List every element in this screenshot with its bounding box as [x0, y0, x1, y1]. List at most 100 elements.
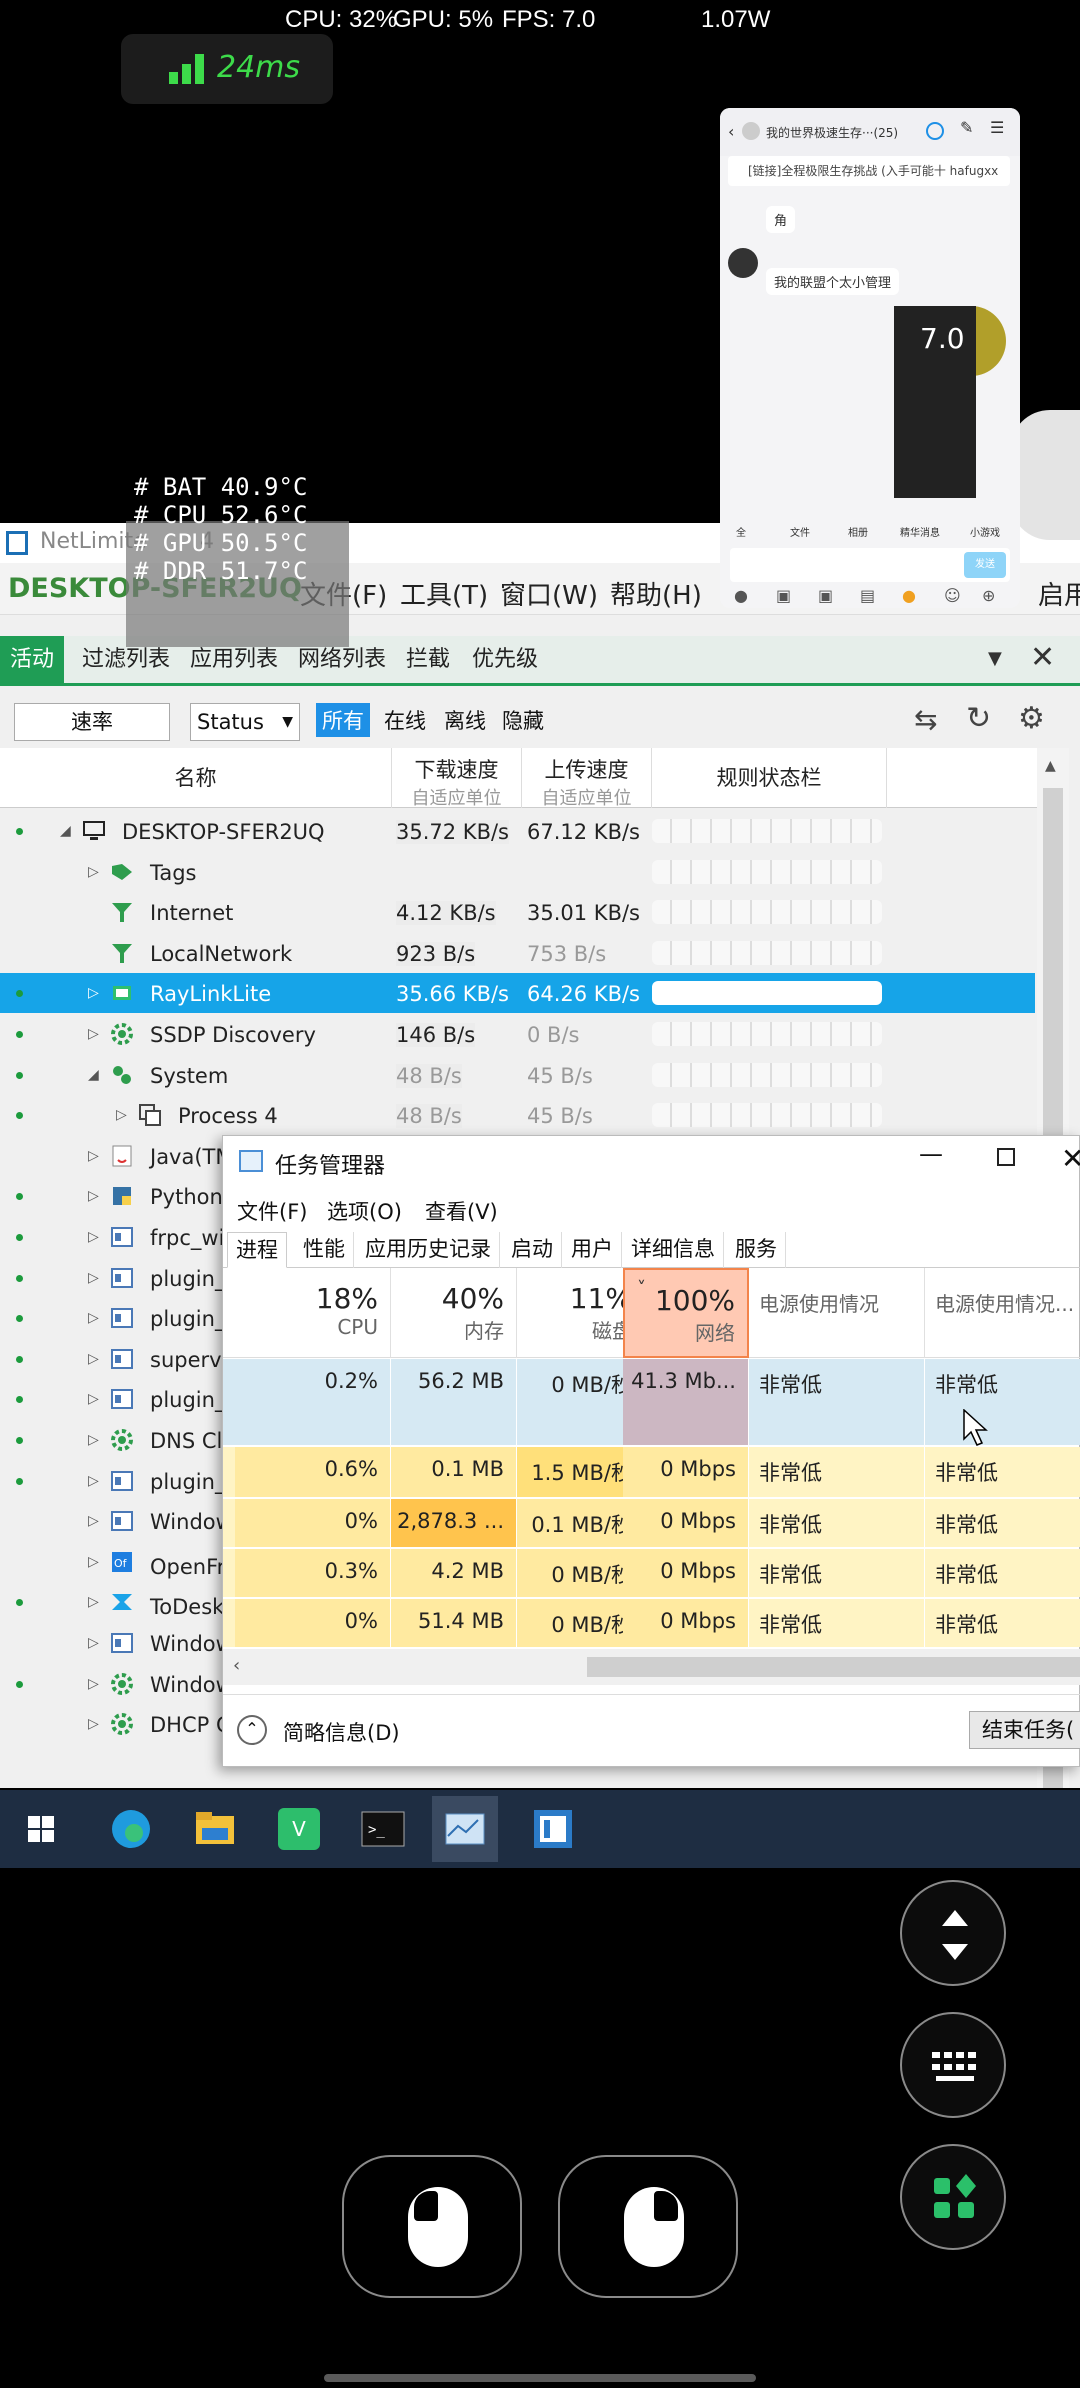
filter-all[interactable]: 所有 [316, 703, 370, 737]
expand-icon[interactable]: ▷ [88, 1594, 99, 1610]
tab-app-history[interactable]: 应用历史记录 [357, 1232, 500, 1268]
expand-icon[interactable]: ▷ [116, 1107, 127, 1123]
apps-button[interactable] [900, 2144, 1006, 2250]
edit-icon[interactable]: ✎ [960, 118, 973, 137]
chevron-down-icon[interactable]: ▼ [988, 648, 1002, 669]
expand-icon[interactable]: ◢ [60, 823, 71, 839]
mic-icon[interactable]: ● [734, 586, 748, 605]
scroll-thumb[interactable] [587, 1657, 1080, 1677]
right-click-button[interactable] [558, 2155, 738, 2298]
start-button[interactable] [8, 1796, 74, 1862]
tool-essence[interactable]: 精华消息 [900, 524, 940, 539]
menu-tools[interactable]: 工具(T) [400, 575, 488, 612]
swap-icon[interactable]: ⇆ [914, 703, 937, 736]
file-icon[interactable]: ▤ [860, 586, 875, 605]
refresh-icon[interactable]: ↻ [966, 701, 991, 736]
scroll-left-icon[interactable]: ‹ [233, 1655, 240, 1676]
expand-icon[interactable]: ▷ [88, 1554, 99, 1570]
expand-icon[interactable]: ▷ [88, 1391, 99, 1407]
rule-status-bar[interactable] [652, 859, 882, 884]
rule-status-bar[interactable] [652, 981, 882, 1006]
col-upload[interactable]: 上传速度 自适应单位 [522, 748, 652, 809]
menu-window[interactable]: 窗口(W) [500, 575, 598, 612]
edge-browser-icon[interactable] [98, 1796, 164, 1862]
maximize-icon[interactable] [997, 1148, 1015, 1166]
pinned-link[interactable]: [链接]全程极限生存挑战 (入手可能十 hafugxx [728, 156, 1010, 186]
sticker-icon[interactable]: ● [902, 586, 916, 605]
process-row[interactable]: 0.3% 4.2 MB 0 MB/秒 0 Mbps 非常低 非常低 [223, 1549, 1080, 1597]
tab-services[interactable]: 服务 [727, 1232, 786, 1268]
rule-status-bar[interactable] [652, 1062, 882, 1087]
tab-processes[interactable]: 进程 [227, 1232, 287, 1268]
expand-icon[interactable]: ▷ [88, 1432, 99, 1448]
tab-priority[interactable]: 优先级 [462, 636, 548, 683]
tm-menu-file[interactable]: 文件(F) [237, 1196, 307, 1226]
menu-help[interactable]: 帮助(H) [610, 575, 702, 612]
close-icon[interactable]: ✕ [1030, 640, 1055, 675]
col-name[interactable]: 名称 [0, 748, 392, 808]
connection-row[interactable]: LocalNetwork 923 B/s 753 B/s [0, 933, 1035, 973]
left-click-button[interactable] [342, 2155, 522, 2298]
tm-menu-view[interactable]: 查看(V) [425, 1196, 498, 1226]
connection-row[interactable]: ▷ Process 4 48 B/s 45 B/s [0, 1095, 1035, 1135]
send-button[interactable]: 发送 [964, 552, 1006, 578]
end-task-button[interactable]: 结束任务( [969, 1711, 1080, 1749]
tool-all[interactable]: 全 [736, 524, 746, 539]
keyboard-button[interactable] [900, 2012, 1006, 2118]
rate-field[interactable]: 速率 [14, 703, 170, 741]
image-icon[interactable]: ▣ [776, 586, 791, 605]
tab-activity[interactable]: 活动 [0, 636, 65, 683]
minimize-icon[interactable]: — [919, 1140, 943, 1168]
tab-performance[interactable]: 性能 [295, 1232, 354, 1268]
status-dropdown[interactable]: Status ▼ [190, 703, 300, 741]
tool-files[interactable]: 文件 [790, 524, 810, 539]
home-indicator[interactable] [324, 2374, 756, 2382]
emoji-icon[interactable]: ☺ [944, 586, 961, 605]
chat-input[interactable]: 发送 [730, 548, 1010, 582]
expand-icon[interactable]: ▷ [88, 1148, 99, 1164]
expand-icon[interactable]: ▷ [88, 1473, 99, 1489]
expand-icon[interactable]: ▷ [88, 1188, 99, 1204]
col-rules[interactable]: 规则状态栏 [652, 748, 887, 808]
gear-icon[interactable]: ⚙ [1018, 701, 1045, 736]
expand-icon[interactable]: ▷ [88, 1716, 99, 1732]
back-icon[interactable]: ‹ [728, 122, 734, 141]
tab-block[interactable]: 拦截 [396, 636, 460, 683]
terminal-icon[interactable]: >_ [350, 1796, 416, 1862]
tab-startup[interactable]: 启动 [503, 1232, 562, 1268]
close-icon[interactable]: ✕ [1061, 1142, 1080, 1175]
scroll-up-icon[interactable]: ▲ [1045, 758, 1056, 774]
tab-users[interactable]: 用户 [563, 1232, 622, 1268]
connection-row[interactable]: ◢ DESKTOP-SFER2UQ 35.72 KB/s 67.12 KB/s [0, 811, 1035, 851]
connection-row[interactable]: Internet 4.12 KB/s 35.01 KB/s [0, 892, 1035, 932]
tool-games[interactable]: 小游戏 [970, 524, 1000, 539]
plus-icon[interactable]: ⊕ [982, 586, 995, 605]
rule-status-bar[interactable] [652, 1022, 882, 1046]
expand-icon[interactable]: ▷ [88, 985, 99, 1001]
chevron-up-icon[interactable]: ⌃ [237, 1715, 267, 1745]
tool-album[interactable]: 相册 [848, 524, 868, 539]
connection-row-selected[interactable]: ▷ RayLinkLite 35.66 KB/s 64.26 KB/s [0, 973, 1035, 1014]
scroll-toggle-button[interactable] [900, 1880, 1006, 1986]
expand-icon[interactable]: ▷ [88, 1351, 99, 1367]
process-row-selected[interactable]: 0.2% 56.2 MB 0 MB/秒 41.3 Mb... 非常低 非常低 [223, 1359, 1080, 1445]
col-power[interactable]: 电源使用情况 [749, 1268, 925, 1358]
expand-icon[interactable]: ▷ [88, 864, 99, 880]
horizontal-scrollbar[interactable]: ‹ [223, 1649, 1080, 1685]
camera-icon[interactable]: ▣ [818, 586, 833, 605]
process-row[interactable]: 0% 51.4 MB 0 MB/秒 0 Mbps 非常低 非常低 [223, 1599, 1080, 1647]
expand-icon[interactable]: ▷ [88, 1026, 99, 1042]
less-details-link[interactable]: 简略信息(D) [283, 1717, 400, 1747]
search-icon[interactable] [926, 122, 944, 140]
process-row[interactable]: 0% 2,878.3 ... 0.1 MB/秒 0 Mbps 非常低 非常低 [223, 1499, 1080, 1547]
side-floating-ball[interactable] [1010, 410, 1080, 540]
connection-row[interactable]: ◢ System 48 B/s 45 B/s [0, 1055, 1035, 1095]
expand-icon[interactable]: ▷ [88, 1635, 99, 1651]
wechat-pay-app-icon[interactable]: V [266, 1796, 332, 1862]
expand-icon[interactable]: ▷ [88, 1513, 99, 1529]
expand-icon[interactable]: ▷ [88, 1229, 99, 1245]
expand-icon[interactable]: ▷ [88, 1310, 99, 1326]
process-row[interactable]: 0.6% 0.1 MB 1.5 MB/秒 0 Mbps 非常低 非常低 [223, 1447, 1080, 1497]
filter-hidden[interactable]: 隐藏 [502, 705, 544, 735]
file-explorer-icon[interactable] [182, 1796, 248, 1862]
